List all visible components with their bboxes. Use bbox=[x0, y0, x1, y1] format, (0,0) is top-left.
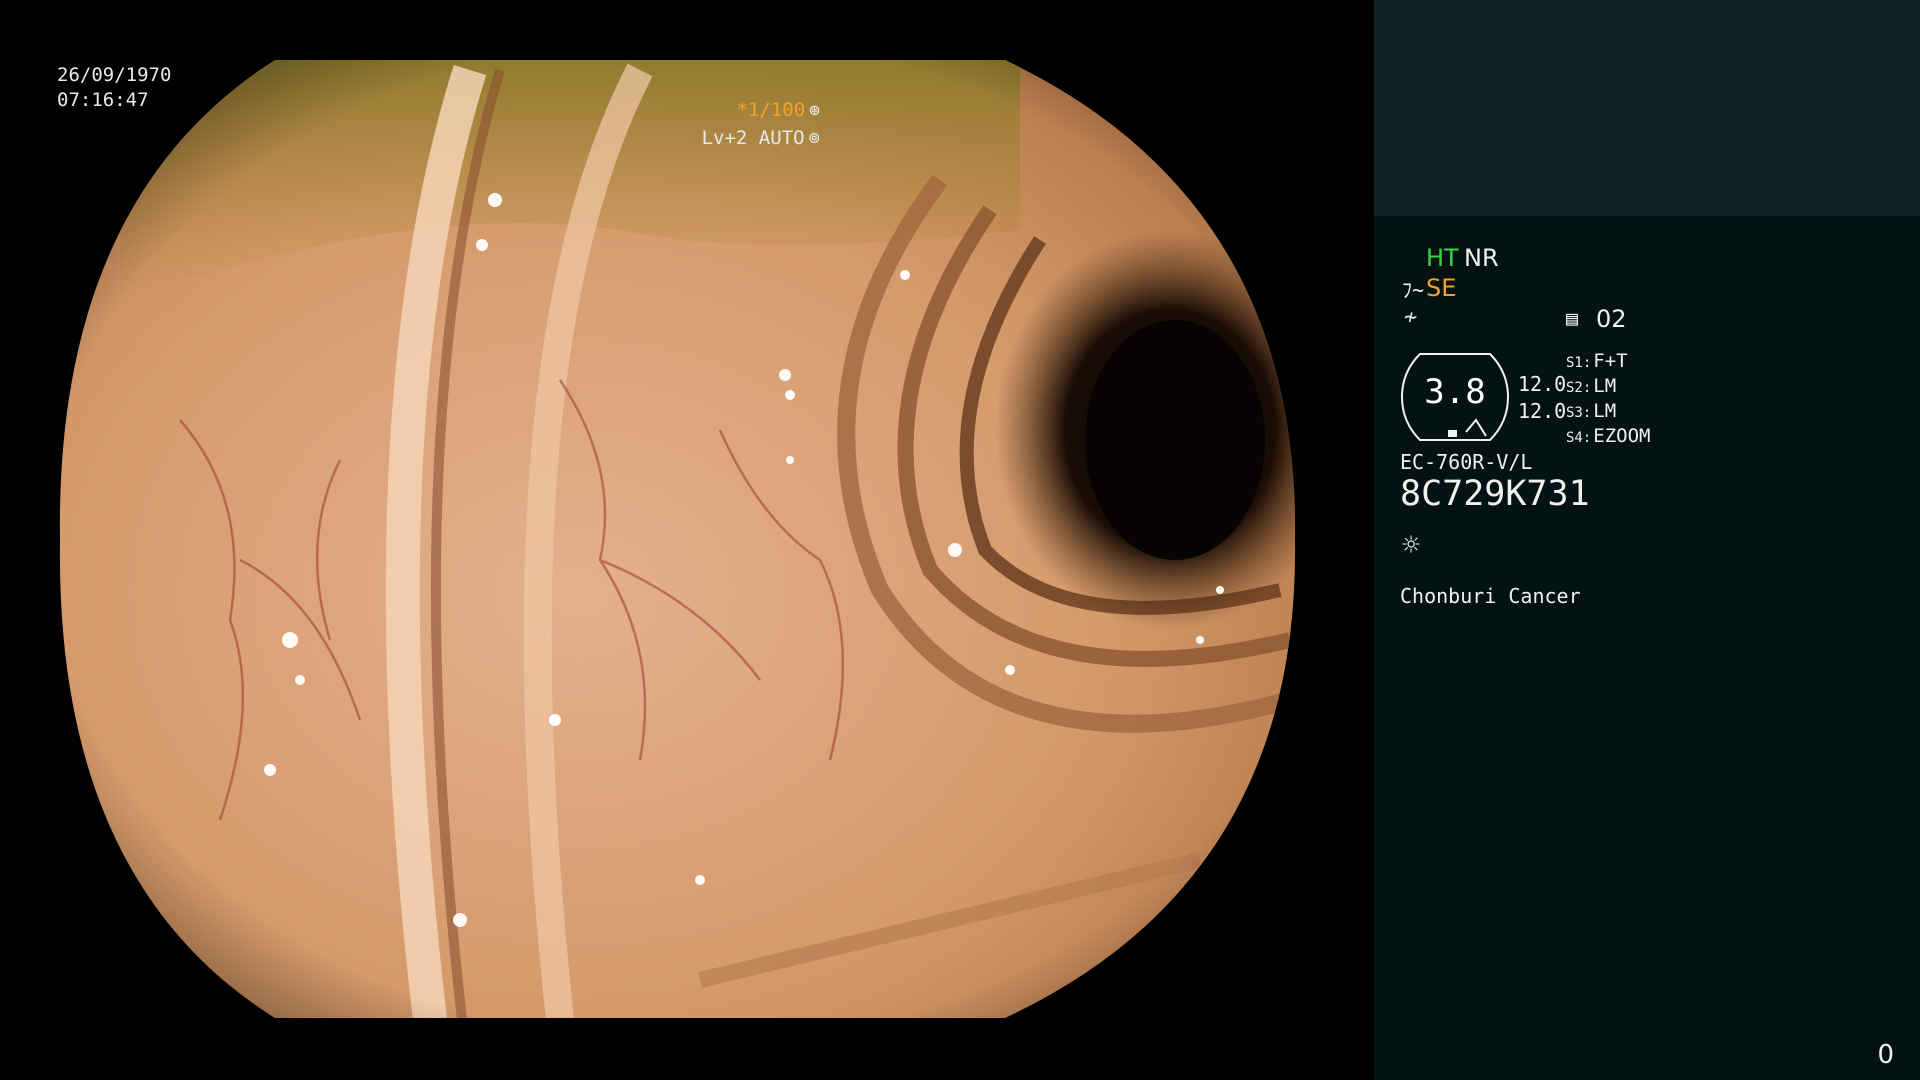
capture-date: 26/09/1970 bbox=[57, 64, 172, 86]
endoscopy-screen: 26/09/1970 07:16:47 *1/100 ⊛ Lv+2 AUTO ⊚… bbox=[0, 0, 1920, 1080]
capture-time: 07:16:47 bbox=[57, 89, 149, 111]
switch-s1-key: S1: bbox=[1566, 355, 1592, 371]
scope-serial-number: 8C729K731 bbox=[1400, 474, 1590, 514]
sun-icon: ☼ bbox=[1402, 528, 1421, 563]
info-header-block bbox=[1374, 0, 1920, 216]
zoom-value: 3.8 bbox=[1424, 372, 1486, 412]
nr-indicator: NR bbox=[1464, 244, 1499, 272]
info-panel: HT NR ﾌ~ SE ≁ ▤ 02 3.8 12.0 12.0 S1: F+T … bbox=[1374, 0, 1920, 1080]
scope-model: EC-760R-V/L bbox=[1400, 450, 1533, 474]
light-level-indicator: Lv+2 AUTO ⊚ bbox=[702, 127, 820, 149]
se-indicator: SE bbox=[1426, 274, 1457, 302]
switch-s2-key: S2: bbox=[1566, 380, 1592, 396]
switch-s3: S3: LM bbox=[1566, 400, 1616, 422]
shutter-speed-text: *1/100 bbox=[736, 99, 806, 121]
aperture-icon: ⊛ bbox=[809, 99, 820, 121]
light-level-text: Lv+2 AUTO bbox=[701, 127, 805, 149]
facility-name: Chonburi Cancer bbox=[1400, 584, 1581, 608]
endoscope-video-area: 26/09/1970 07:16:47 *1/100 ⊛ Lv+2 AUTO ⊚ bbox=[0, 0, 1374, 1080]
switch-s3-key: S3: bbox=[1566, 405, 1592, 421]
memo-value: 02 bbox=[1596, 305, 1627, 333]
shutter-speed-indicator: *1/100 ⊛ bbox=[737, 99, 820, 121]
switch-s1: S1: F+T bbox=[1566, 350, 1628, 372]
filter-icon: ≁ bbox=[1404, 305, 1418, 330]
switch-s1-value: F+T bbox=[1593, 350, 1628, 372]
switch-s4-key: S4: bbox=[1566, 430, 1592, 446]
structure-enhance-icon: ﾌ~ bbox=[1402, 278, 1425, 302]
zoom-right-value-1: 12.0 bbox=[1518, 372, 1567, 396]
switch-s4-value: EZOOM bbox=[1593, 425, 1651, 447]
ht-indicator: HT bbox=[1426, 244, 1459, 272]
switch-s2: S2: LM bbox=[1566, 375, 1616, 397]
memo-icon: ▤ bbox=[1566, 306, 1579, 330]
image-counter: 0 bbox=[1877, 1040, 1894, 1070]
switch-s4: S4: EZOOM bbox=[1566, 425, 1651, 447]
switch-s2-value: LM bbox=[1593, 375, 1617, 397]
switch-s3-value: LM bbox=[1593, 400, 1617, 422]
zoom-right-value-2: 12.0 bbox=[1518, 399, 1567, 423]
iris-icon: ⊚ bbox=[808, 127, 820, 149]
endoscopic-image bbox=[59, 60, 1296, 1018]
